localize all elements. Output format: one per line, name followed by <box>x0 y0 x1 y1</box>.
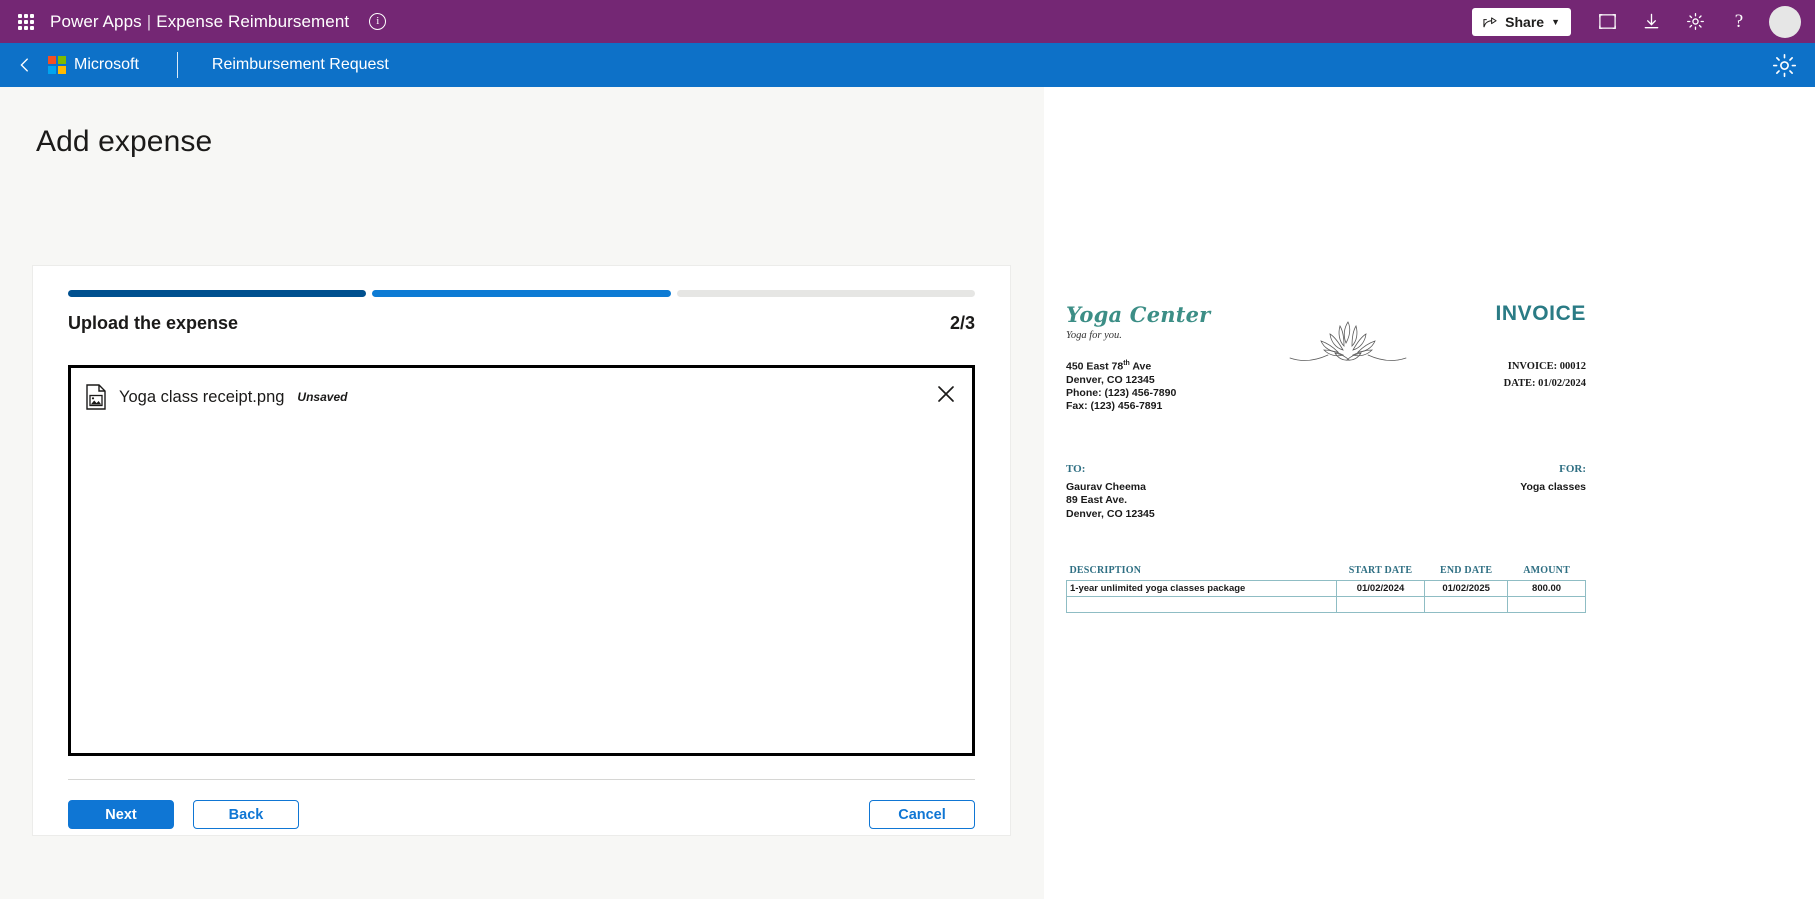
receipt-preview-pane: Yoga Center Yoga for you. 450 East 78th … <box>1044 87 1815 899</box>
invoice-to-label: TO: <box>1066 462 1086 475</box>
microsoft-brand-label: Microsoft <box>74 56 139 73</box>
step-counter: 2/3 <box>949 313 975 333</box>
file-row: Yoga class receipt.png Unsaved <box>71 368 972 410</box>
cell-amount: 800.00 <box>1507 580 1586 598</box>
app-sub-header-bar: Microsoft Reimbursement Request <box>0 43 1815 87</box>
back-button[interactable]: Back <box>193 800 299 829</box>
app-title-separator: | <box>146 11 152 31</box>
microsoft-logo[interactable]: Microsoft <box>48 56 139 74</box>
column-header-amount: AMOUNT <box>1523 565 1570 577</box>
microsoft-squares-icon <box>48 56 66 74</box>
form-pane: Add expense Upload the expense 2/3 Yoga … <box>0 87 1044 899</box>
share-button[interactable]: Share ▼ <box>1472 7 1571 36</box>
invoice-document: Yoga Center Yoga for you. 450 East 78th … <box>1066 302 1586 614</box>
cell-description: 1-year unlimited yoga classes package <box>1066 580 1337 598</box>
app-product-name: Power Apps <box>50 11 142 31</box>
sub-header-divider <box>176 52 178 78</box>
next-button[interactable]: Next <box>68 800 174 829</box>
image-document-icon <box>86 384 106 410</box>
download-icon[interactable] <box>1629 0 1673 43</box>
sub-header-settings-gear-icon[interactable] <box>1772 53 1797 78</box>
app-header-actions: Share ▼ ? <box>1472 0 1805 43</box>
chevron-down-icon: ▼ <box>1551 16 1560 27</box>
table-header-row: DESCRIPTION START DATE END DATE AMOUNT <box>1067 565 1586 581</box>
invoice-heading: INVOICE <box>1495 302 1586 325</box>
app-header-bar: Power Apps | Expense Reimbursement i Share… <box>0 0 1815 43</box>
invoice-date: DATE: 01/02/2024 <box>1503 377 1586 389</box>
cell-end-date <box>1424 596 1509 614</box>
invoice-to-details: Gaurav Cheema 89 East Ave. Denver, CO 12… <box>1066 481 1155 522</box>
invoice-parties: TO: Gaurav Cheema 89 East Ave. Denver, C… <box>1066 463 1586 522</box>
cell-end-date: 01/02/2025 <box>1424 580 1509 598</box>
column-header-end-date: END DATE <box>1439 565 1493 577</box>
table-row: 1-year unlimited yoga classes package 01… <box>1066 580 1586 598</box>
app-launcher-icon[interactable] <box>8 13 44 30</box>
progress-segment-3 <box>676 290 975 297</box>
cell-start-date <box>1335 596 1426 614</box>
column-header-description: DESCRIPTION <box>1069 565 1142 577</box>
cell-start-date: 01/02/2024 <box>1335 580 1426 598</box>
invoice-to-name: Gaurav Cheema <box>1066 480 1146 493</box>
lotus-flower-illustration <box>1288 312 1408 382</box>
settings-gear-icon[interactable] <box>1673 0 1717 43</box>
invoice-number: INVOICE: 00012 <box>1507 361 1586 372</box>
share-button-label: Share <box>1505 13 1545 30</box>
sub-header-title: Reimbursement Request <box>211 56 389 73</box>
user-avatar[interactable] <box>1769 5 1801 38</box>
invoice-to-block: TO: Gaurav Cheema 89 East Ave. Denver, C… <box>1066 463 1155 522</box>
page-title: Add expense <box>36 125 213 158</box>
progress-stepper <box>33 266 1010 297</box>
invoice-header: Yoga Center Yoga for you. 450 East 78th … <box>1066 302 1586 413</box>
progress-segment-1 <box>68 290 367 297</box>
step-header: Upload the expense 2/3 <box>33 297 1010 334</box>
page-body: Add expense Upload the expense 2/3 Yoga … <box>0 87 1815 899</box>
step-title: Upload the expense <box>68 313 239 333</box>
cell-amount <box>1507 596 1586 614</box>
fit-screen-icon[interactable] <box>1585 0 1629 43</box>
share-icon <box>1483 17 1497 28</box>
invoice-for-value: Yoga classes <box>1520 480 1586 493</box>
close-x-icon[interactable] <box>934 382 958 406</box>
invoice-logo-text: Yoga Center <box>1066 302 1211 327</box>
invoice-title-block: INVOICE INVOICE: 00012 DATE: 01/02/2024 <box>1495 302 1586 393</box>
info-icon[interactable]: i <box>369 13 387 30</box>
cell-description <box>1066 596 1337 614</box>
column-header-start-date: START DATE <box>1348 565 1413 577</box>
invoice-brand-block: Yoga Center Yoga for you. 450 East 78th … <box>1066 302 1266 413</box>
cancel-button[interactable]: Cancel <box>869 800 975 829</box>
file-preview-box: Yoga class receipt.png Unsaved <box>68 365 975 756</box>
app-name: Expense Reimbursement <box>156 11 350 31</box>
invoice-to-city: Denver, CO 12345 <box>1066 507 1155 520</box>
table-row <box>1066 596 1586 614</box>
back-chevron-icon[interactable] <box>8 48 42 82</box>
invoice-sender-phone: Phone: (123) 456-7890 <box>1066 386 1177 399</box>
invoice-sender-street: 450 East 78th Ave <box>1066 360 1152 373</box>
invoice-for-block: FOR: Yoga classes <box>1520 463 1586 522</box>
file-name-label: Yoga class receipt.png <box>119 387 285 406</box>
invoice-meta: INVOICE: 00012 DATE: 01/02/2024 <box>1495 359 1586 393</box>
invoice-for-label: FOR: <box>1559 462 1586 475</box>
progress-segment-2 <box>372 290 671 297</box>
invoice-sender-address: 450 East 78th Ave Denver, CO 12345 Phone… <box>1066 360 1266 413</box>
app-header-title: Power Apps | Expense Reimbursement <box>50 12 349 32</box>
invoice-sender-fax: Fax: (123) 456-7891 <box>1066 399 1163 412</box>
help-question-icon[interactable]: ? <box>1717 0 1761 43</box>
add-expense-card: Upload the expense 2/3 Yoga class receip… <box>32 265 1011 836</box>
invoice-tagline: Yoga for you. <box>1066 330 1122 341</box>
file-status-badge: Unsaved <box>297 390 348 404</box>
invoice-sender-city: Denver, CO 12345 <box>1066 373 1155 386</box>
card-action-row: Next Back Cancel <box>33 780 1010 829</box>
invoice-line-items-table: DESCRIPTION START DATE END DATE AMOUNT 1… <box>1066 565 1586 614</box>
invoice-to-street: 89 East Ave. <box>1066 494 1128 507</box>
